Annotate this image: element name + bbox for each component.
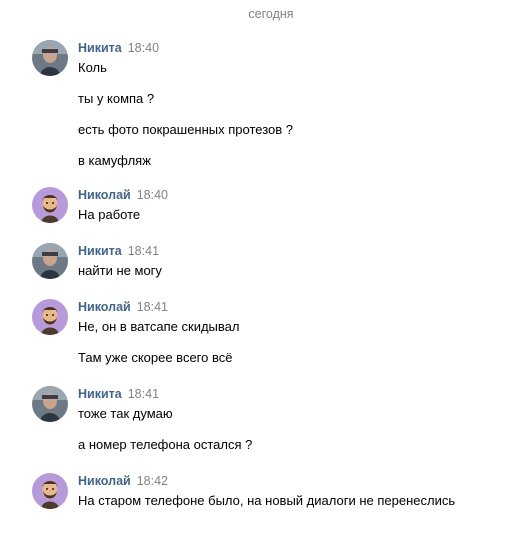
message-text: а номер телефона остался ? — [78, 437, 253, 452]
message-header: Никита 18:41 — [78, 387, 159, 401]
message-text: найти не могу — [78, 263, 162, 278]
message-text: тоже так думаю — [78, 406, 173, 421]
avatar[interactable] — [32, 299, 68, 335]
message-text: Не, он в ватсапе скидывал — [78, 319, 240, 334]
avatar[interactable] — [32, 187, 68, 223]
message-text: ты у компа ? — [78, 91, 155, 106]
author-name[interactable]: Николай — [78, 474, 131, 488]
message-text: На работе — [78, 207, 141, 222]
message-time[interactable]: 18:41 — [128, 244, 159, 258]
message-text: в камуфляж — [78, 153, 151, 168]
message-header: Николай 18:40 — [78, 188, 168, 202]
message-time[interactable]: 18:41 — [128, 387, 159, 401]
message-text: есть фото покрашенных протезов ? — [78, 122, 294, 137]
avatar[interactable] — [32, 386, 68, 422]
author-name[interactable]: Никита — [78, 41, 122, 55]
author-name[interactable]: Николай — [78, 188, 131, 202]
message-text: Там уже скорее всего всё — [78, 350, 233, 365]
message-header: Николай 18:42 — [78, 474, 168, 488]
message-time[interactable]: 18:41 — [137, 300, 168, 314]
message-time[interactable]: 18:40 — [137, 188, 168, 202]
author-name[interactable]: Никита — [78, 244, 122, 258]
author-name[interactable]: Никита — [78, 387, 122, 401]
message-time[interactable]: 18:42 — [137, 474, 168, 488]
author-name[interactable]: Николай — [78, 300, 131, 314]
avatar[interactable] — [32, 243, 68, 279]
message-time[interactable]: 18:40 — [128, 41, 159, 55]
message-header: Николай 18:41 — [78, 300, 168, 314]
date-separator: сегодня — [248, 7, 294, 21]
message-text: На старом телефоне было, на новый диалог… — [78, 493, 456, 508]
message-header: Никита 18:41 — [78, 244, 159, 258]
avatar[interactable] — [32, 40, 68, 76]
message-text: Коль — [78, 60, 107, 75]
avatar[interactable] — [32, 473, 68, 509]
message-header: Никита 18:40 — [78, 41, 159, 55]
